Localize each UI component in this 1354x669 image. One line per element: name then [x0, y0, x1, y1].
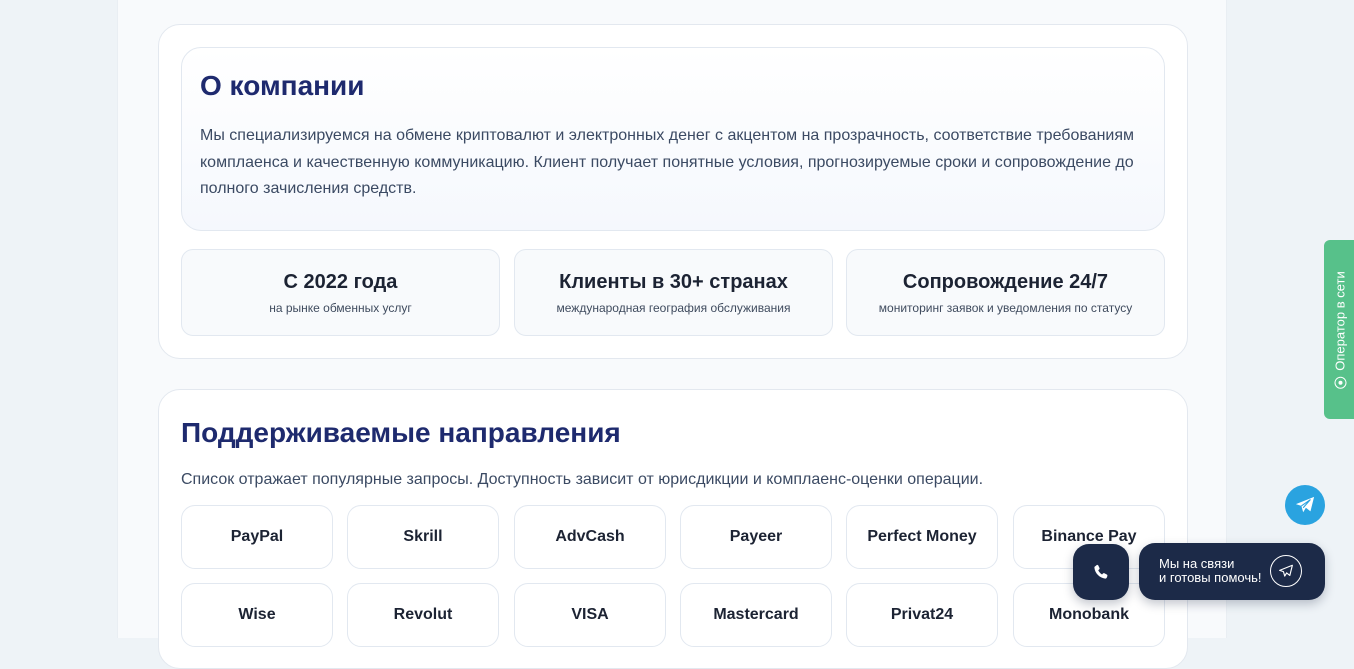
chat-widget-button[interactable]: Мы на связи и готовы помочь! — [1139, 543, 1325, 600]
operator-online-tab[interactable]: Оператор в сети — [1324, 240, 1354, 419]
method-visa[interactable]: VISA — [514, 583, 666, 647]
stat-card-countries: Клиенты в 30+ странах международная геог… — [514, 249, 833, 336]
about-section: О компании Мы специализируемся на обмене… — [158, 24, 1188, 359]
about-title: О компании — [200, 70, 365, 101]
chat-line-1: Мы на связи — [1159, 556, 1235, 571]
stat-subtitle: на рынке обменных услуг — [269, 301, 412, 315]
method-skrill[interactable]: Skrill — [347, 505, 499, 569]
telegram-icon — [1270, 555, 1302, 587]
about-intro-box: О компании Мы специализируемся на обмене… — [181, 47, 1165, 231]
stat-title: Сопровождение 24/7 — [902, 271, 1109, 293]
method-privat24[interactable]: Privat24 — [846, 583, 998, 647]
about-text: Мы специализируемся на обмене криптовалю… — [200, 127, 1135, 197]
telegram-button[interactable] — [1285, 485, 1325, 525]
method-mastercard[interactable]: Mastercard — [680, 583, 832, 647]
telegram-icon — [1295, 496, 1315, 513]
call-button[interactable] — [1073, 544, 1129, 600]
method-perfect-money[interactable]: Perfect Money — [846, 505, 998, 569]
stat-title: С 2022 года — [283, 271, 398, 293]
method-wise[interactable]: Wise — [181, 583, 333, 647]
phone-icon — [1094, 564, 1108, 579]
chat-line-2: и готовы помочь! — [1159, 570, 1262, 585]
operator-label: Оператор в сети — [1332, 270, 1348, 371]
method-paypal[interactable]: PayPal — [181, 505, 333, 569]
stat-title: Клиенты в 30+ странах — [559, 271, 788, 293]
stat-card-support: Сопровождение 24/7 мониторинг заявок и у… — [846, 249, 1165, 336]
method-payeer[interactable]: Payeer — [680, 505, 832, 569]
stat-card-since: С 2022 года на рынке обменных услуг — [181, 249, 500, 336]
page-container: О компании Мы специализируемся на обмене… — [117, 0, 1227, 669]
stat-subtitle: международная география обслуживания — [556, 301, 791, 315]
stat-subtitle: мониторинг заявок и уведомления по стату… — [878, 301, 1133, 315]
online-dot-icon — [1334, 376, 1346, 389]
directions-section: Поддерживаемые направления Список отража… — [158, 389, 1188, 669]
directions-title: Поддерживаемые направления — [181, 417, 621, 448]
method-revolut[interactable]: Revolut — [347, 583, 499, 647]
method-advcash[interactable]: AdvCash — [514, 505, 666, 569]
directions-description: Список отражает популярные запросы. Дост… — [181, 471, 984, 488]
chat-widget-text: Мы на связи и готовы помочь! — [1159, 557, 1261, 585]
